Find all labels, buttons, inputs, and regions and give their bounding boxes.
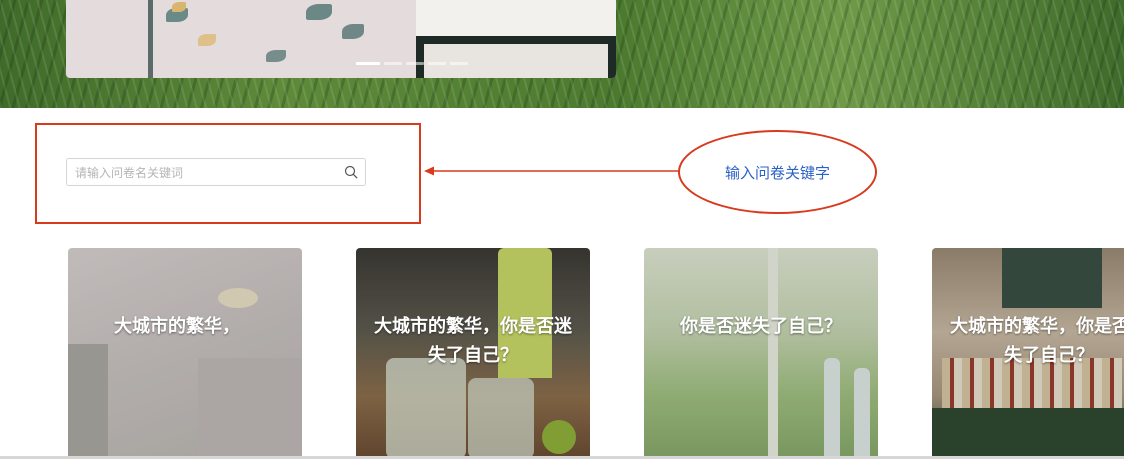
card-overlay — [644, 248, 878, 459]
slide-window-panel — [416, 0, 616, 78]
leaf-shape — [306, 4, 332, 20]
annotation-callout: 输入问卷关键字 — [678, 130, 877, 214]
carousel-indicators — [356, 62, 468, 65]
annotation-arrow — [424, 166, 678, 176]
card-title: 你是否迷失了自己？ — [680, 316, 842, 337]
leaf-shape — [266, 50, 286, 62]
carousel-dot[interactable] — [406, 62, 424, 65]
carousel-dot[interactable] — [450, 62, 468, 65]
search-input[interactable] — [73, 162, 337, 184]
card-title: 大城市的繁华，你是否迷失了自己？ — [950, 316, 1124, 366]
questionnaire-card[interactable]: 你是否迷失了自己？ — [644, 248, 878, 459]
leaf-shape — [198, 34, 216, 46]
questionnaire-card[interactable]: 大城市的繁华，你是否迷失了自己？ — [932, 248, 1124, 459]
leaf-shape — [172, 2, 186, 12]
card-title: 大城市的繁华， — [114, 316, 240, 337]
search-icon[interactable] — [344, 165, 358, 179]
carousel-slide[interactable] — [66, 0, 616, 78]
slide-post — [148, 0, 153, 78]
annotation-callout-text: 输入问卷关键字 — [724, 163, 830, 182]
carousel-dot[interactable] — [428, 62, 446, 65]
carousel-dot[interactable] — [356, 62, 380, 65]
search-box[interactable] — [66, 158, 366, 186]
card-title: 大城市的繁华，你是否迷失了自己？ — [374, 316, 572, 366]
questionnaire-card[interactable]: 大城市的繁华， — [68, 248, 302, 459]
slide-window-inner — [424, 44, 608, 78]
leaf-shape — [342, 24, 364, 39]
card-overlay — [68, 248, 302, 459]
banner — [0, 0, 1124, 108]
carousel-dot[interactable] — [384, 62, 402, 65]
questionnaire-card[interactable]: 大城市的繁华，你是否迷失了自己？ — [356, 248, 590, 459]
